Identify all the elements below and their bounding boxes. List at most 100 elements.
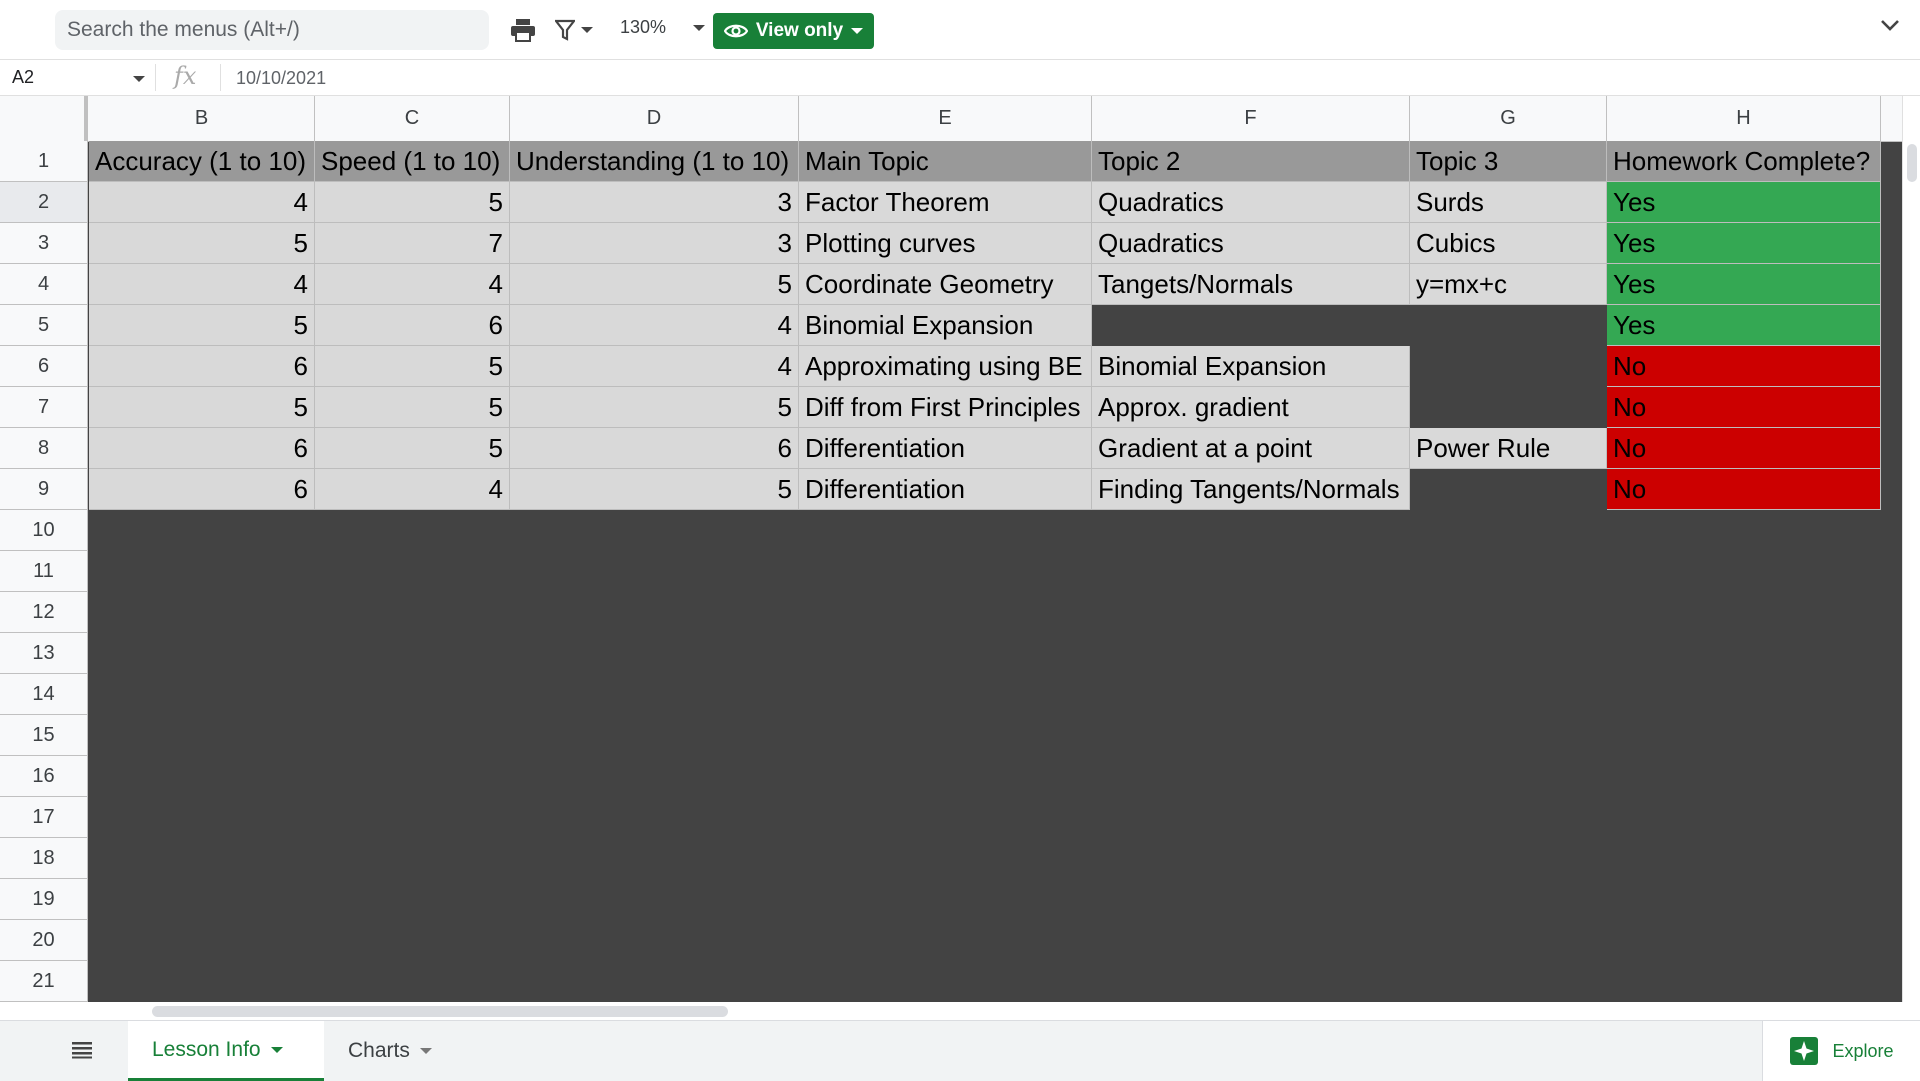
header-cell[interactable]: Speed (1 to 10) [315, 141, 510, 182]
row-header[interactable]: 7 [0, 387, 87, 428]
table-cell[interactable]: Tangets/Normals [1092, 264, 1410, 305]
homework-status-cell[interactable]: Yes [1607, 223, 1881, 264]
column-header-f[interactable]: F [1092, 96, 1410, 141]
table-cell[interactable]: 5 [89, 305, 315, 346]
table-cell[interactable]: 4 [510, 346, 799, 387]
header-cell[interactable]: Topic 3 [1410, 141, 1607, 182]
table-cell[interactable]: y=mx+c [1410, 264, 1607, 305]
table-cell[interactable]: Cubics [1410, 223, 1607, 264]
table-cell[interactable]: 5 [89, 223, 315, 264]
row-header[interactable]: 12 [0, 592, 87, 633]
header-cell[interactable]: Homework Complete? [1607, 141, 1881, 182]
table-cell[interactable]: 5 [315, 182, 510, 223]
table-cell[interactable]: 6 [510, 428, 799, 469]
table-cell[interactable]: Approximating using BE [799, 346, 1092, 387]
name-box[interactable]: A2 [12, 67, 34, 88]
print-icon[interactable] [510, 14, 536, 46]
horizontal-scroll-thumb[interactable] [152, 1006, 728, 1017]
column-header-h[interactable]: H [1607, 96, 1881, 141]
row-header[interactable]: 16 [0, 756, 87, 797]
table-cell[interactable]: 4 [510, 305, 799, 346]
row-header[interactable]: 17 [0, 797, 87, 838]
table-cell[interactable]: 3 [510, 223, 799, 264]
explore-button[interactable]: Explore [1762, 1021, 1920, 1081]
table-cell[interactable]: Diff from First Principles [799, 387, 1092, 428]
vertical-scroll-thumb[interactable] [1907, 144, 1917, 182]
tab-charts[interactable]: Charts [324, 1021, 456, 1081]
header-cell[interactable]: Accuracy (1 to 10) [89, 141, 315, 182]
column-header-d[interactable]: D [510, 96, 799, 141]
table-cell[interactable]: Gradient at a point [1092, 428, 1410, 469]
table-cell[interactable]: Surds [1410, 182, 1607, 223]
table-cell[interactable]: Binomial Expansion [799, 305, 1092, 346]
table-cell[interactable]: 5 [315, 428, 510, 469]
all-sheets-button[interactable] [72, 1041, 92, 1064]
chevron-down-icon[interactable] [419, 1048, 432, 1054]
row-header[interactable]: 4 [0, 264, 87, 305]
table-cell[interactable]: Plotting curves [799, 223, 1092, 264]
collapse-toolbar-button[interactable] [1880, 18, 1900, 37]
tab-lesson-info[interactable]: Lesson Info [128, 1021, 324, 1081]
table-cell[interactable]: Finding Tangents/Normals [1092, 469, 1410, 510]
filter-button[interactable] [555, 14, 593, 46]
table-cell[interactable] [1410, 469, 1607, 510]
table-cell[interactable] [1410, 305, 1607, 346]
table-cell[interactable]: Quadratics [1092, 182, 1410, 223]
header-cell[interactable]: Understanding (1 to 10) [510, 141, 799, 182]
table-cell[interactable]: 6 [89, 346, 315, 387]
row-header[interactable]: 9 [0, 469, 87, 510]
table-cell[interactable]: 5 [510, 469, 799, 510]
table-cell[interactable]: 6 [315, 305, 510, 346]
row-header[interactable]: 15 [0, 715, 87, 756]
column-header-c[interactable]: C [315, 96, 510, 141]
row-header[interactable]: 3 [0, 223, 87, 264]
table-cell[interactable]: Approx. gradient [1092, 387, 1410, 428]
horizontal-scrollbar[interactable] [89, 1002, 1902, 1020]
row-header[interactable]: 2 [0, 182, 87, 223]
table-cell[interactable]: Binomial Expansion [1092, 346, 1410, 387]
view-only-button[interactable]: View only [713, 13, 874, 49]
homework-status-cell[interactable]: No [1607, 469, 1881, 510]
homework-status-cell[interactable]: Yes [1607, 264, 1881, 305]
row-header[interactable]: 8 [0, 428, 87, 469]
table-cell[interactable] [1092, 305, 1410, 346]
table-cell[interactable]: 5 [89, 387, 315, 428]
row-header[interactable]: 14 [0, 674, 87, 715]
row-header[interactable]: 19 [0, 879, 87, 920]
table-cell[interactable]: Differentiation [799, 469, 1092, 510]
homework-status-cell[interactable]: No [1607, 428, 1881, 469]
formula-input[interactable]: 10/10/2021 [236, 68, 326, 89]
header-cell[interactable]: Topic 2 [1092, 141, 1410, 182]
table-cell[interactable]: 4 [315, 469, 510, 510]
homework-status-cell[interactable]: Yes [1607, 182, 1881, 223]
table-cell[interactable]: 6 [89, 469, 315, 510]
table-cell[interactable]: Power Rule [1410, 428, 1607, 469]
search-menus-input[interactable]: Search the menus (Alt+/) [55, 10, 489, 50]
table-cell[interactable]: 5 [315, 346, 510, 387]
table-cell[interactable]: Factor Theorem [799, 182, 1092, 223]
table-cell[interactable]: 5 [315, 387, 510, 428]
table-cell[interactable]: 6 [89, 428, 315, 469]
table-cell[interactable] [1410, 346, 1607, 387]
row-header[interactable]: 1 [0, 141, 87, 182]
table-cell[interactable]: 4 [89, 264, 315, 305]
spreadsheet-grid[interactable]: B C D E F G H 1 2 3 4 5 6 7 8 9 10 11 12 13 14 15 16 17 1… [0, 96, 1902, 1002]
row-header[interactable]: 10 [0, 510, 87, 551]
table-cell[interactable]: Coordinate Geometry [799, 264, 1092, 305]
homework-status-cell[interactable]: No [1607, 346, 1881, 387]
table-cell[interactable]: Quadratics [1092, 223, 1410, 264]
table-cell[interactable]: 7 [315, 223, 510, 264]
row-header[interactable]: 6 [0, 346, 87, 387]
select-all-corner[interactable] [0, 96, 88, 141]
table-cell[interactable]: 5 [510, 264, 799, 305]
row-header[interactable]: 21 [0, 961, 87, 1002]
homework-status-cell[interactable]: Yes [1607, 305, 1881, 346]
column-header-e[interactable]: E [799, 96, 1092, 141]
chevron-down-icon[interactable] [270, 1046, 283, 1053]
homework-status-cell[interactable]: No [1607, 387, 1881, 428]
table-cell[interactable]: 4 [89, 182, 315, 223]
table-cell[interactable] [1410, 387, 1607, 428]
table-cell[interactable]: 4 [315, 264, 510, 305]
row-header[interactable]: 5 [0, 305, 87, 346]
row-header[interactable]: 20 [0, 920, 87, 961]
